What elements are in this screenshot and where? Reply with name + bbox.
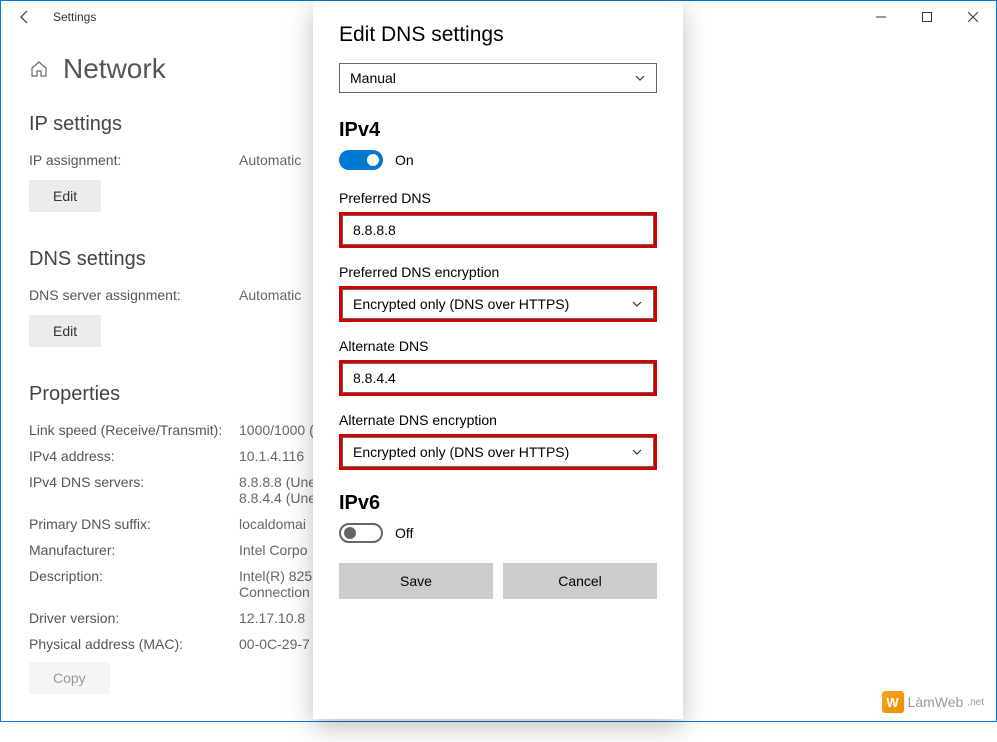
preferred-dns-highlight: [339, 212, 657, 248]
alternate-enc-highlight: Encrypted only (DNS over HTTPS): [339, 434, 657, 470]
ip-assignment-value: Automatic: [239, 152, 301, 168]
alternate-enc-label: Alternate DNS encryption: [339, 412, 657, 428]
arrow-left-icon: [17, 9, 33, 25]
alternate-dns-label: Alternate DNS: [339, 338, 657, 354]
property-value: 12.17.10.8: [239, 610, 305, 626]
modal-title: Edit DNS settings: [339, 23, 657, 47]
preferred-dns-input[interactable]: [342, 215, 654, 245]
dns-mode-value: Manual: [350, 70, 396, 86]
alternate-dns-highlight: [339, 360, 657, 396]
preferred-enc-label: Preferred DNS encryption: [339, 264, 657, 280]
property-value: 8.8.8.8 (Une 8.8.4.4 (Une: [239, 474, 316, 506]
alternate-dns-input[interactable]: [342, 363, 654, 393]
preferred-enc-value: Encrypted only (DNS over HTTPS): [353, 296, 569, 312]
dns-mode-select[interactable]: Manual: [339, 63, 657, 93]
ipv4-toggle-row: On: [339, 150, 657, 170]
property-label: Driver version:: [29, 610, 239, 626]
property-value: 10.1.4.116: [239, 448, 304, 464]
ip-assignment-label: IP assignment:: [29, 152, 239, 168]
property-value: Intel(R) 825 Connection: [239, 568, 312, 600]
close-button[interactable]: [950, 1, 996, 33]
dns-edit-button[interactable]: Edit: [29, 315, 101, 347]
chevron-down-icon: [631, 298, 643, 310]
window-controls: [858, 1, 996, 33]
property-label: Physical address (MAC):: [29, 636, 239, 652]
property-value: 1000/1000 (: [239, 422, 314, 438]
back-button[interactable]: [9, 1, 41, 33]
property-label: Manufacturer:: [29, 542, 239, 558]
watermark-suffix: .net: [967, 697, 984, 708]
page-title: Network: [63, 53, 166, 85]
modal-buttons: Save Cancel: [339, 563, 657, 599]
copy-button[interactable]: Copy: [29, 662, 110, 694]
cancel-button[interactable]: Cancel: [503, 563, 657, 599]
ipv4-toggle[interactable]: [339, 150, 383, 170]
ipv6-toggle-label: Off: [395, 525, 413, 541]
ipv4-toggle-label: On: [395, 152, 414, 168]
save-button[interactable]: Save: [339, 563, 493, 599]
preferred-dns-label: Preferred DNS: [339, 190, 657, 206]
close-icon: [968, 12, 978, 22]
watermark-logo-icon: W: [882, 691, 904, 713]
dns-assignment-value: Automatic: [239, 287, 301, 303]
minimize-button[interactable]: [858, 1, 904, 33]
property-label: Link speed (Receive/Transmit):: [29, 422, 239, 438]
property-label: Primary DNS suffix:: [29, 516, 239, 532]
chevron-down-icon: [634, 72, 646, 84]
property-label: IPv4 address:: [29, 448, 239, 464]
dns-assignment-label: DNS server assignment:: [29, 287, 239, 303]
property-value: localdomai: [239, 516, 306, 532]
minimize-icon: [876, 12, 886, 22]
ipv6-toggle-row: Off: [339, 523, 657, 543]
home-icon: [29, 59, 49, 79]
preferred-enc-highlight: Encrypted only (DNS over HTTPS): [339, 286, 657, 322]
property-label: IPv4 DNS servers:: [29, 474, 239, 506]
property-value: 00-0C-29-7: [239, 636, 310, 652]
edit-dns-modal: Edit DNS settings Manual IPv4 On Preferr…: [313, 1, 683, 719]
alternate-enc-value: Encrypted only (DNS over HTTPS): [353, 444, 569, 460]
chevron-down-icon: [631, 446, 643, 458]
ipv6-heading: IPv6: [339, 492, 657, 515]
watermark-text: LàmWeb: [908, 694, 964, 710]
ipv4-heading: IPv4: [339, 119, 657, 142]
maximize-button[interactable]: [904, 1, 950, 33]
window-title: Settings: [53, 10, 96, 24]
property-label: Description:: [29, 568, 239, 600]
preferred-enc-select[interactable]: Encrypted only (DNS over HTTPS): [342, 289, 654, 319]
ipv6-toggle[interactable]: [339, 523, 383, 543]
ip-edit-button[interactable]: Edit: [29, 180, 101, 212]
maximize-icon: [922, 12, 932, 22]
property-value: Intel Corpo: [239, 542, 307, 558]
alternate-enc-select[interactable]: Encrypted only (DNS over HTTPS): [342, 437, 654, 467]
watermark: W LàmWeb.net: [882, 691, 984, 713]
